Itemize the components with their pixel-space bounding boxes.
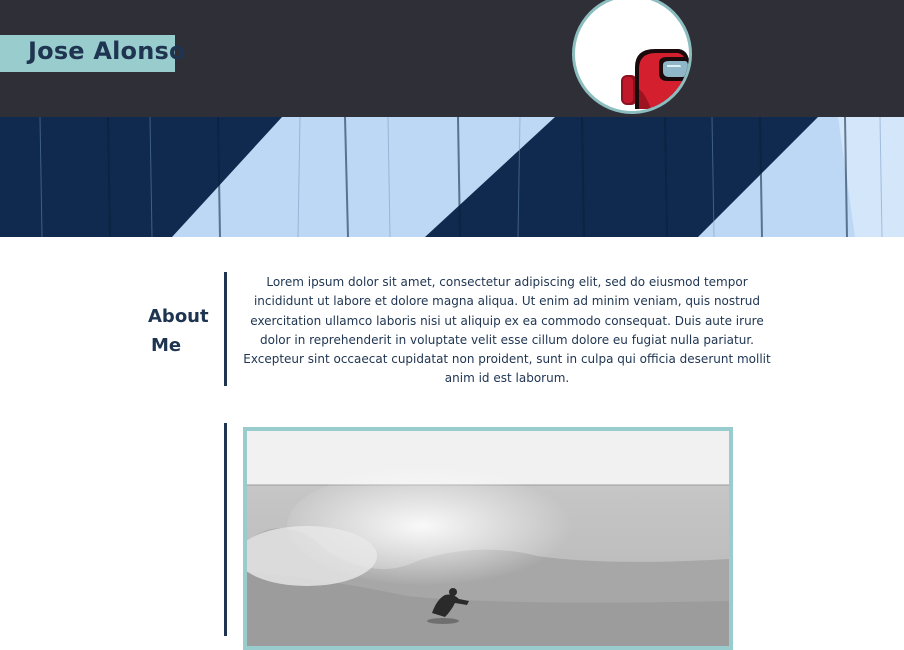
surfer-wave-photo <box>247 431 729 646</box>
about-paragraph: Lorem ipsum dolor sit amet, consectetur … <box>243 275 771 386</box>
about-heading: About Me <box>148 302 218 360</box>
about-divider <box>224 272 227 386</box>
striped-wood-banner <box>0 117 904 237</box>
site-header: Jose Alonso <box>0 0 904 117</box>
site-title: Jose Alonso <box>28 37 186 65</box>
crewmate-avatar-icon <box>621 49 689 109</box>
photo-divider <box>224 423 227 636</box>
name-badge: Jose Alonso <box>0 35 185 72</box>
about-heading-line1: About <box>148 306 209 327</box>
surf-photo <box>243 427 733 650</box>
banner-image <box>0 117 904 237</box>
about-heading-line2: Me <box>151 335 182 356</box>
avatar[interactable] <box>572 0 692 114</box>
